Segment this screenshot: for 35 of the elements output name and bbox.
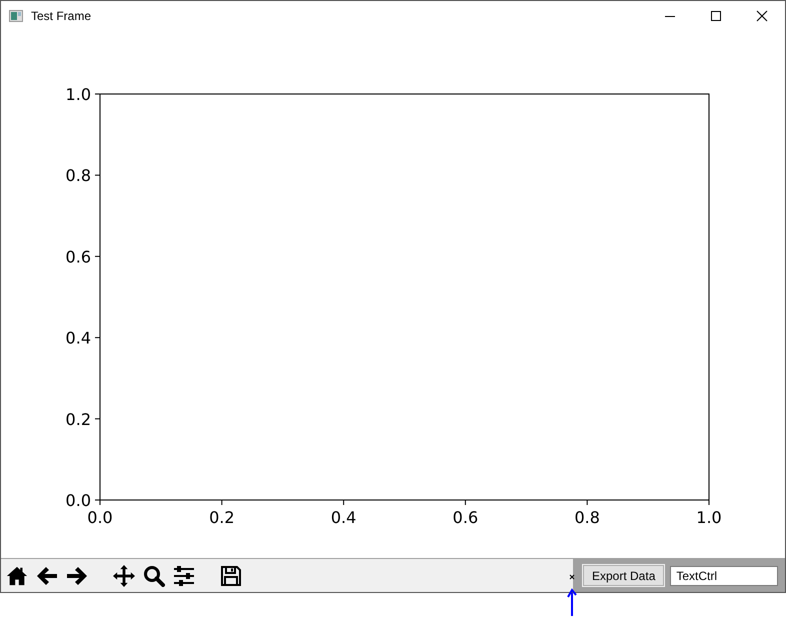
sliders-icon[interactable] xyxy=(173,564,195,586)
tick-mark xyxy=(94,337,100,338)
tick-mark xyxy=(708,500,710,506)
tick-mark xyxy=(94,256,100,257)
tick-label: 0.4 xyxy=(330,508,356,527)
annotation-arrow xyxy=(566,587,578,617)
save-icon[interactable] xyxy=(220,564,242,586)
tick-mark xyxy=(221,500,222,506)
tick-mark xyxy=(343,500,344,506)
tick-label: 0.8 xyxy=(574,508,600,527)
tick-label: 0.0 xyxy=(87,508,113,527)
search-icon[interactable] xyxy=(143,564,165,586)
tick-label: 0.4 xyxy=(66,328,91,348)
home-icon[interactable] xyxy=(6,564,28,586)
close-icon[interactable] xyxy=(756,10,768,22)
forward-arrow-icon[interactable] xyxy=(66,564,88,586)
app-icon xyxy=(9,10,23,22)
export-data-button[interactable]: Export Data xyxy=(583,565,664,586)
back-arrow-icon[interactable] xyxy=(36,564,58,586)
tick-mark xyxy=(464,500,466,506)
tick-mark xyxy=(94,174,100,176)
tick-label: 1.0 xyxy=(696,508,722,527)
tick-label: 0.6 xyxy=(66,247,91,266)
window-title: Test Frame xyxy=(31,9,92,23)
maximize-icon[interactable] xyxy=(710,10,722,22)
tick-mark xyxy=(94,418,100,420)
tick-label: 0.0 xyxy=(66,491,91,510)
tick-label: 0.6 xyxy=(452,508,478,527)
tick-label: 0.2 xyxy=(66,410,91,429)
tick-mark xyxy=(586,500,588,506)
tick-label: 1.0 xyxy=(66,85,91,104)
tick-label: 0.2 xyxy=(209,508,235,527)
text-field[interactable]: TextCtrl xyxy=(670,566,778,586)
tick-label: 0.8 xyxy=(66,166,91,186)
move-icon[interactable] xyxy=(113,564,135,586)
